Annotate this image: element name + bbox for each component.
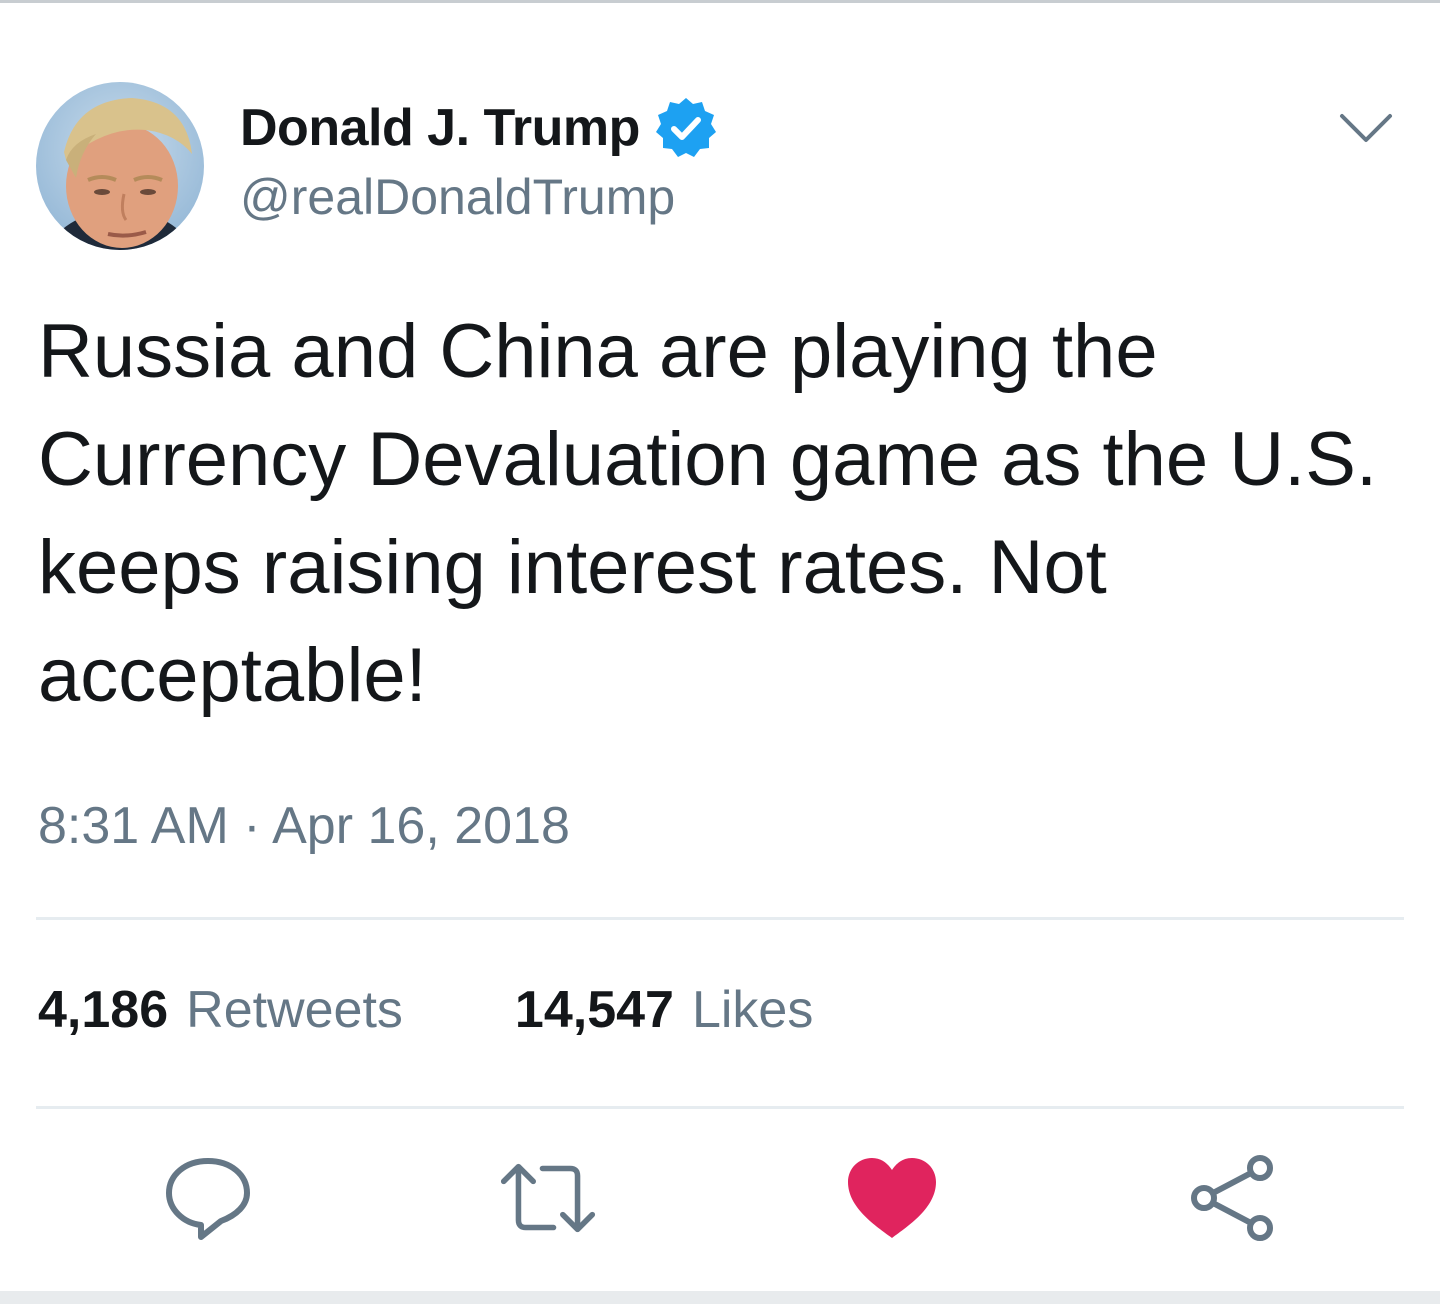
- likes-stat[interactable]: 14,547 Likes: [515, 980, 813, 1040]
- username-handle[interactable]: @realDonaldTrump: [240, 168, 675, 226]
- heart-icon: [848, 1158, 936, 1238]
- retweets-stat[interactable]: 4,186 Retweets: [38, 980, 403, 1040]
- reply-button[interactable]: [160, 1150, 256, 1246]
- verified-badge-icon: [654, 96, 718, 160]
- divider: [36, 1106, 1404, 1109]
- bottom-border: [0, 1291, 1440, 1304]
- retweet-icon: [500, 1163, 596, 1233]
- avatar[interactable]: [36, 82, 204, 250]
- retweet-button[interactable]: [500, 1150, 596, 1246]
- divider: [36, 917, 1404, 920]
- top-border: [0, 0, 1440, 12]
- tweet-text: Russia and China are playing the Currenc…: [38, 309, 1378, 718]
- chevron-down-icon[interactable]: [1336, 104, 1396, 154]
- avatar-image: [36, 82, 204, 250]
- like-button[interactable]: [844, 1150, 940, 1246]
- reply-icon: [166, 1158, 250, 1240]
- retweets-label: Retweets: [186, 981, 403, 1039]
- author-name-row[interactable]: Donald J. Trump: [240, 96, 718, 160]
- share-button[interactable]: [1184, 1150, 1280, 1246]
- likes-label: Likes: [691, 981, 814, 1039]
- tweet-timestamp[interactable]: 8:31 AM · Apr 16, 2018: [38, 796, 570, 856]
- likes-count: 14,547: [514, 981, 674, 1039]
- display-name[interactable]: Donald J. Trump: [240, 98, 640, 158]
- engagement-stats: 4,186 Retweets 14,547 Likes: [38, 980, 813, 1044]
- retweets-count: 4,186: [38, 981, 169, 1039]
- share-icon: [1191, 1155, 1273, 1241]
